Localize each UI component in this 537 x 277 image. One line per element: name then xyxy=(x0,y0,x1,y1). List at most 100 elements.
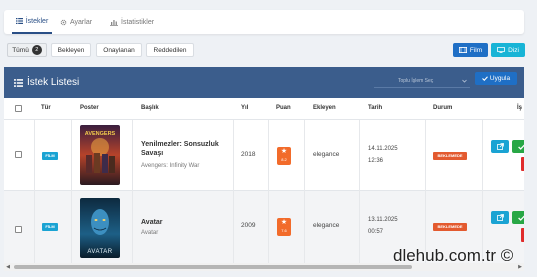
date-value: 13.11.2025 xyxy=(368,217,398,223)
film-icon xyxy=(458,47,467,53)
check-icon xyxy=(481,76,488,81)
list-title-text: İstek Listesi xyxy=(27,77,80,88)
score-badge: ★ 7.6 xyxy=(277,218,291,236)
table-header: Tür Poster Başlık Yıl Puan Ekleyen Tarih… xyxy=(4,98,524,120)
filter-pending-button[interactable]: Bekleyen xyxy=(51,43,91,57)
tabs-bar: İstekler Ayarlar İstatistikler xyxy=(4,10,524,34)
reject-button[interactable] xyxy=(521,228,524,242)
approve-button[interactable] xyxy=(512,140,524,153)
original-title: Avengers: Infinity War xyxy=(141,163,200,169)
time-value: 12:36 xyxy=(368,158,384,164)
tab-ayarlar[interactable]: Ayarlar xyxy=(60,10,92,34)
column-divider xyxy=(233,120,234,267)
svg-text:AVENGERS: AVENGERS xyxy=(85,131,116,137)
chevron-down-icon xyxy=(462,79,467,83)
external-link-icon xyxy=(496,214,504,221)
poster-artwork: AVATAR xyxy=(80,198,120,258)
col-year: Yıl xyxy=(241,105,249,111)
count-badge: 2 xyxy=(31,45,42,55)
filter-pending-label: Bekleyen xyxy=(57,46,85,54)
tab-istekler[interactable]: İstekler xyxy=(12,10,52,34)
column-divider xyxy=(268,120,269,267)
score-value: 7.6 xyxy=(281,228,287,233)
column-divider xyxy=(304,120,305,267)
star-icon: ★ xyxy=(280,219,288,226)
type-badge: FİLM xyxy=(42,223,58,231)
select-all-checkbox[interactable] xyxy=(15,105,22,112)
add-film-button[interactable]: Film xyxy=(453,43,488,57)
approve-button[interactable] xyxy=(512,211,524,224)
filter-approved-button[interactable]: Onaylanan xyxy=(96,43,142,57)
gear-icon xyxy=(60,19,67,25)
request-title: Yenilmezler: Sonsuzluk Savaşı xyxy=(141,141,219,157)
scroll-right-icon[interactable]: ▶ xyxy=(516,263,524,271)
tab-istatistikler[interactable]: İstatistikler xyxy=(110,10,154,34)
tab-label: Ayarlar xyxy=(70,18,93,26)
add-dizi-button[interactable]: Dizi xyxy=(491,43,525,57)
status-badge: BEKLEMEDE xyxy=(433,223,467,231)
watermark: dlehub.com.tr © xyxy=(393,246,514,265)
check-icon xyxy=(517,215,524,221)
date-value: 14.11.2025 xyxy=(368,146,398,152)
list-header: İstek Listesi Toplu İşlem Seç Uygula xyxy=(4,67,524,98)
score-value: 8.2 xyxy=(281,157,287,162)
column-divider xyxy=(359,120,360,267)
scroll-thumb[interactable] xyxy=(14,265,412,269)
bulk-action-select[interactable]: Toplu İşlem Seç xyxy=(374,75,470,88)
list-icon xyxy=(14,78,23,87)
status-badge: BEKLEMEDE xyxy=(433,152,467,160)
filter-rejected-button[interactable]: Reddedilen xyxy=(146,43,194,57)
bulk-select-value: Toplu İşlem Seç xyxy=(398,78,434,84)
filter-approved-label: Onaylanan xyxy=(103,46,135,54)
type-badge: FİLM xyxy=(42,152,58,160)
col-date: Tarih xyxy=(368,105,383,111)
col-actions: İş xyxy=(517,105,523,111)
open-link-button[interactable] xyxy=(491,211,509,224)
tab-label: İstekler xyxy=(25,17,49,25)
poster-image[interactable]: AVATAR xyxy=(80,198,120,258)
open-link-button[interactable] xyxy=(491,140,509,153)
external-link-icon xyxy=(496,143,504,150)
column-divider xyxy=(425,120,426,267)
list-title: İstek Listesi xyxy=(14,77,79,88)
filter-all-button[interactable]: Tümü 2 xyxy=(7,43,47,57)
check-icon xyxy=(517,144,524,150)
tab-label: İstatistikler xyxy=(121,18,155,26)
col-type: Tür xyxy=(41,105,51,111)
svg-text:AVATAR: AVATAR xyxy=(87,249,112,255)
date-cell: 14.11.2025 12:36 xyxy=(368,143,398,167)
apply-button[interactable]: Uygula xyxy=(475,72,517,85)
row-checkbox[interactable] xyxy=(15,151,22,158)
apply-label: Uygula xyxy=(489,75,511,82)
poster-image[interactable]: AVENGERS xyxy=(80,125,120,185)
added-by-cell: elegance xyxy=(313,222,340,229)
film-label: Film xyxy=(469,46,483,54)
scroll-left-icon[interactable]: ◀ xyxy=(4,263,12,271)
request-list-card: İstek Listesi Toplu İşlem Seç Uygula Tür… xyxy=(4,67,524,267)
year-cell: 2018 xyxy=(241,151,256,158)
bar-chart-icon xyxy=(110,19,118,26)
star-icon: ★ xyxy=(280,148,288,155)
row-checkbox[interactable] xyxy=(15,226,22,233)
tv-icon xyxy=(497,47,506,53)
original-title: Avatar xyxy=(141,230,159,236)
list-icon xyxy=(15,18,23,24)
col-poster: Poster xyxy=(80,105,99,111)
year-cell: 2009 xyxy=(241,222,256,229)
column-divider xyxy=(34,120,35,267)
col-score: Puan xyxy=(276,105,291,111)
poster-artwork: AVENGERS xyxy=(80,125,120,185)
date-cell: 13.11.2025 00:57 xyxy=(368,214,398,238)
col-title: Başlık xyxy=(141,105,159,111)
dizi-label: Dizi xyxy=(508,46,519,54)
added-by-cell: elegance xyxy=(313,151,340,158)
column-divider xyxy=(71,120,72,267)
filter-rejected-label: Reddedilen xyxy=(153,46,187,54)
reject-button[interactable] xyxy=(521,157,524,171)
column-divider xyxy=(482,120,483,267)
col-added-by: Ekleyen xyxy=(313,105,336,111)
column-divider xyxy=(132,120,133,267)
time-value: 00:57 xyxy=(368,229,384,235)
request-title: Avatar xyxy=(141,219,163,226)
table-row: FİLM AVENGERS Yenilmezler: Sonsuzluk Sav… xyxy=(4,120,524,191)
